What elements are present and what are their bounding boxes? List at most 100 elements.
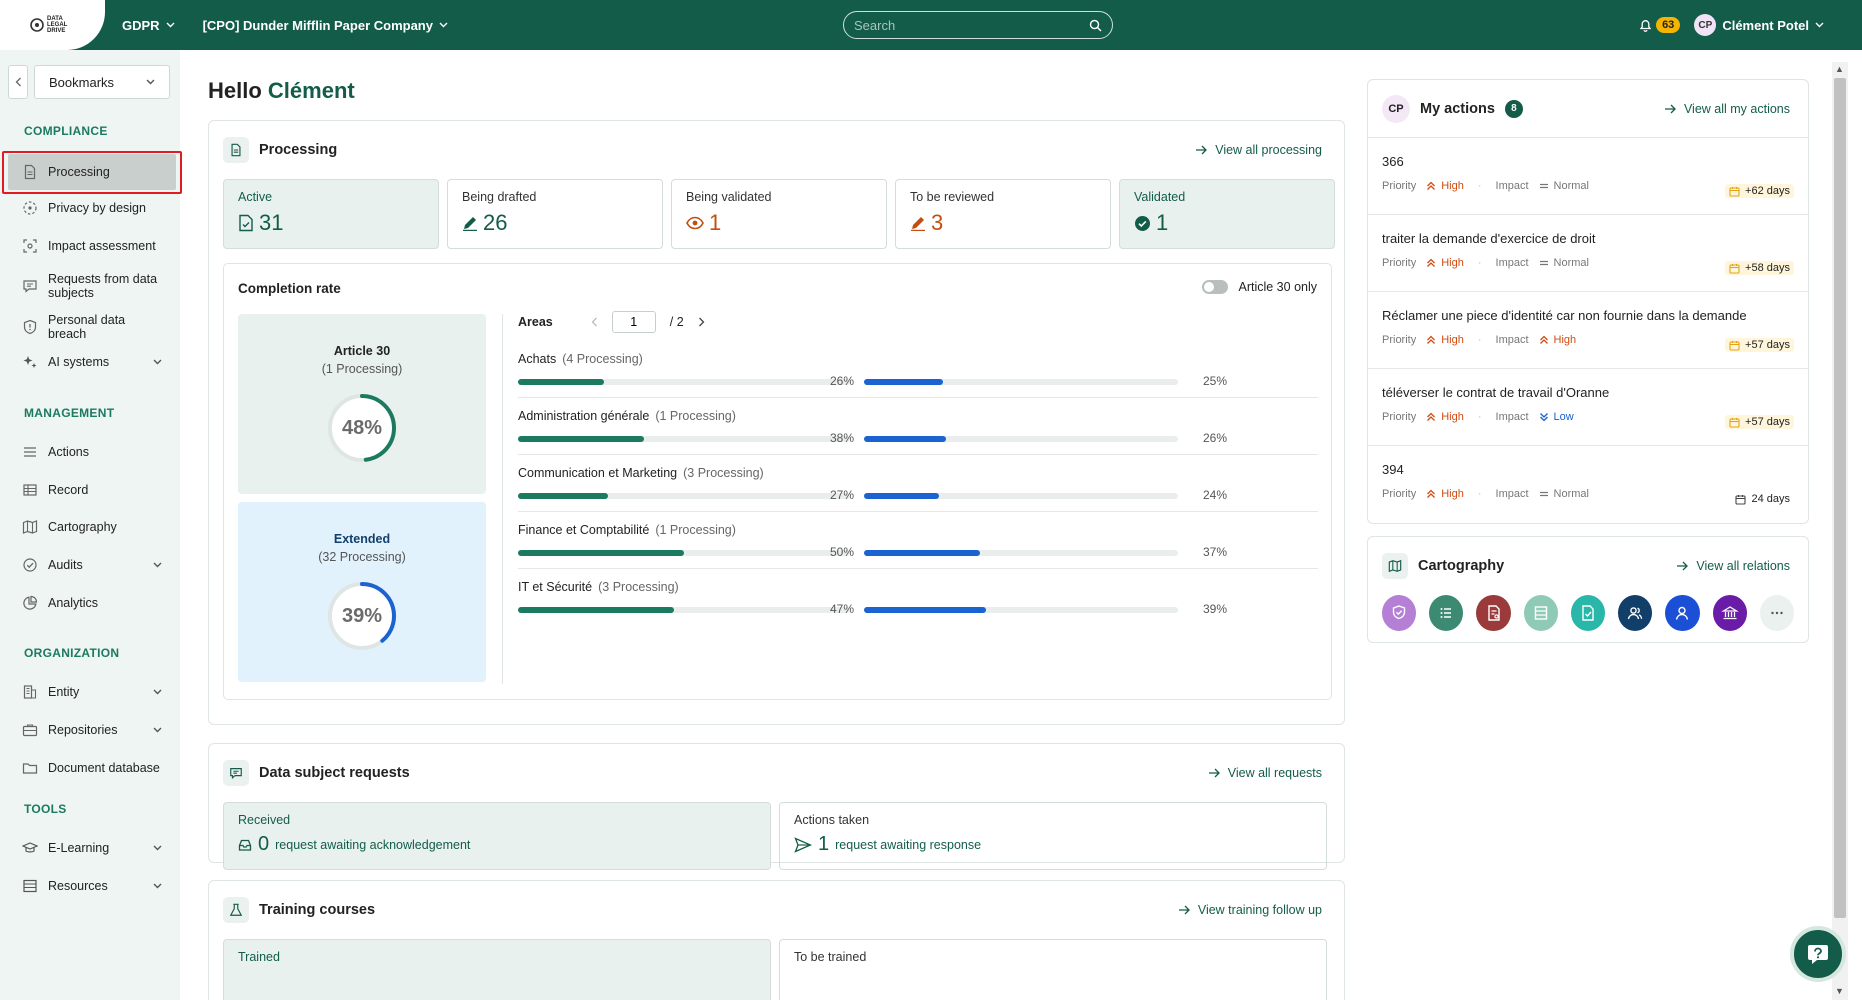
help-chat-button[interactable] (1790, 926, 1846, 982)
scroll-down-arrow[interactable]: ▼ (1835, 986, 1844, 996)
stat-to-be-reviewed[interactable]: To be reviewed 3 (895, 179, 1111, 249)
user-icon[interactable] (1665, 595, 1700, 631)
more-icon[interactable] (1759, 595, 1794, 631)
stat-being-drafted[interactable]: Being drafted 26 (447, 179, 663, 249)
sidebar-item-privacy-by-design[interactable]: Privacy by design (22, 200, 162, 216)
help-chat-icon (1808, 945, 1828, 964)
search-input[interactable] (854, 17, 1089, 33)
action-item[interactable]: traiter la demande d'exercice de droit Pr… (1368, 215, 1808, 292)
chevron-down-icon (153, 883, 162, 889)
completion-rate-panel: Completion rate Article 30 only Article … (223, 263, 1332, 700)
sidebar-item-record[interactable]: Record (22, 482, 162, 498)
received-requests-box[interactable]: Received 0 request awaiting acknowledgem… (223, 802, 771, 870)
double-chevron-up-icon (1427, 335, 1436, 344)
bookmarks-dropdown[interactable]: Bookmarks (34, 65, 170, 99)
double-chevron-up-icon (1427, 258, 1436, 267)
article30-progress-bar (518, 493, 608, 499)
divider (518, 568, 1318, 569)
area-name: Communication et Marketing (3 Processing) (518, 466, 764, 480)
article30-progress-bar (518, 379, 605, 385)
folder-icon (22, 763, 38, 774)
article30-progress-track (518, 379, 850, 385)
page-title: Hello Clément (208, 78, 355, 104)
sidebar-item-audits[interactable]: Audits (22, 557, 162, 573)
page-input[interactable] (611, 311, 656, 333)
extended-progress-bar (864, 379, 943, 385)
notifications-button[interactable]: 63 (1639, 17, 1681, 33)
action-item[interactable]: 394 Priority High · Impact Normal 24 days (1368, 446, 1808, 523)
focus-icon (23, 239, 37, 253)
company-dropdown[interactable]: [CPO] Dunder Mifflin Paper Company (203, 18, 448, 33)
area-title: IT et Sécurité (518, 580, 593, 594)
section-tools: TOOLS (24, 802, 67, 816)
table-icon (23, 484, 37, 496)
stat-label: Being validated (686, 190, 772, 204)
bank-icon[interactable] (1712, 595, 1747, 631)
view-training-link[interactable]: View training follow up (1178, 903, 1322, 917)
module-dropdown[interactable]: GDPR (122, 18, 175, 33)
logo-area[interactable]: DATA LEGAL DRIVE (0, 0, 105, 50)
trained-box[interactable]: Trained (223, 939, 771, 1000)
pen-edit-icon (911, 217, 925, 231)
sidebar-item-impact-assessment[interactable]: Impact assessment (22, 238, 162, 254)
sidebar-item-cartography[interactable]: Cartography (22, 519, 162, 535)
users-icon[interactable] (1618, 595, 1653, 631)
scrollbar[interactable]: ▲ ▼ (1832, 62, 1848, 1000)
rate-title: Extended (333, 532, 391, 546)
briefcase-icon (22, 724, 38, 737)
priority-text: High (1441, 334, 1464, 346)
action-item[interactable]: téléverser le contrat de travail d'Orann… (1368, 369, 1808, 446)
shield-check-icon[interactable] (1382, 595, 1417, 631)
toggle-switch[interactable] (1202, 280, 1229, 294)
sidebar-item-resources[interactable]: Resources (22, 878, 162, 894)
chevron-left-icon[interactable] (591, 317, 598, 327)
scrollbar-thumb[interactable] (1834, 78, 1846, 918)
document-check-icon[interactable] (1570, 595, 1606, 631)
chevron-right-icon[interactable] (698, 317, 705, 327)
list-icon[interactable] (1429, 595, 1464, 631)
sidebar-item-elearning[interactable]: E-Learning (22, 840, 162, 856)
to-be-trained-box[interactable]: To be trained (779, 939, 1327, 1000)
stat-validated[interactable]: Validated 1 (1119, 179, 1335, 249)
stat-active[interactable]: Active 31 (223, 179, 439, 249)
sidebar-item-actions[interactable]: Actions (22, 444, 162, 460)
search-icon[interactable] (1089, 19, 1102, 32)
area-count: (4 Processing) (562, 352, 643, 366)
table-icon[interactable] (1523, 595, 1558, 631)
scroll-up-arrow[interactable]: ▲ (1835, 64, 1844, 74)
view-all-my-actions-link[interactable]: View all my actions (1664, 102, 1790, 116)
requests-title: Data subject requests (259, 765, 410, 781)
impact-text: High (1553, 334, 1577, 346)
logo-icon (30, 18, 44, 32)
sidebar-item-ai-systems[interactable]: AI systems (22, 354, 162, 370)
sidebar-item-label: Audits (48, 558, 83, 572)
sidebar-item-requests[interactable]: Requests from data subjects (22, 272, 162, 300)
sidebar-item-analytics[interactable]: Analytics (22, 595, 162, 611)
rate-subtitle: (1 Processing) (321, 362, 403, 376)
stat-being-validated[interactable]: Being validated 1 (671, 179, 887, 249)
collapse-sidebar-button[interactable] (8, 65, 28, 99)
sidebar-item-data-breach[interactable]: Personal data breach (22, 313, 162, 341)
sidebar-item-entity[interactable]: Entity (22, 684, 162, 700)
actions-taken-box[interactable]: Actions taken 1 request awaiting respons… (779, 802, 1327, 870)
sidebar-item-label: E-Learning (48, 841, 110, 855)
document-search-icon[interactable] (1476, 595, 1511, 631)
area-row[interactable]: IT et Sécurité (3 Processing) 47% 39% (518, 580, 1318, 647)
sidebar-item-repositories[interactable]: Repositories (22, 722, 162, 738)
sparkles-icon (23, 356, 37, 368)
article30-rate-box: Article 30 (1 Processing) 48% (238, 314, 486, 494)
extended-progress-track (864, 436, 1178, 442)
due-badge: 24 days (1731, 492, 1794, 506)
equals-icon (1539, 183, 1548, 189)
view-all-relations-link[interactable]: View all relations (1676, 559, 1790, 573)
sidebar-item-document-database[interactable]: Document database (22, 760, 162, 776)
processing-card: Processing View all processing Active 31… (208, 120, 1345, 725)
article30-toggle[interactable]: Article 30 only (1202, 280, 1317, 294)
view-all-requests-link[interactable]: View all requests (1208, 766, 1322, 780)
sidebar-item-label: Requests from data subjects (48, 272, 158, 300)
user-menu[interactable]: CP Clément Potel (1694, 14, 1824, 36)
view-all-processing-link[interactable]: View all processing (1195, 143, 1322, 157)
impact-value: Normal (1539, 488, 1589, 500)
action-item[interactable]: Réclamer une piece d'identité car non fo… (1368, 292, 1808, 369)
action-item[interactable]: 366 Priority High · Impact Normal +62 days (1368, 138, 1808, 215)
